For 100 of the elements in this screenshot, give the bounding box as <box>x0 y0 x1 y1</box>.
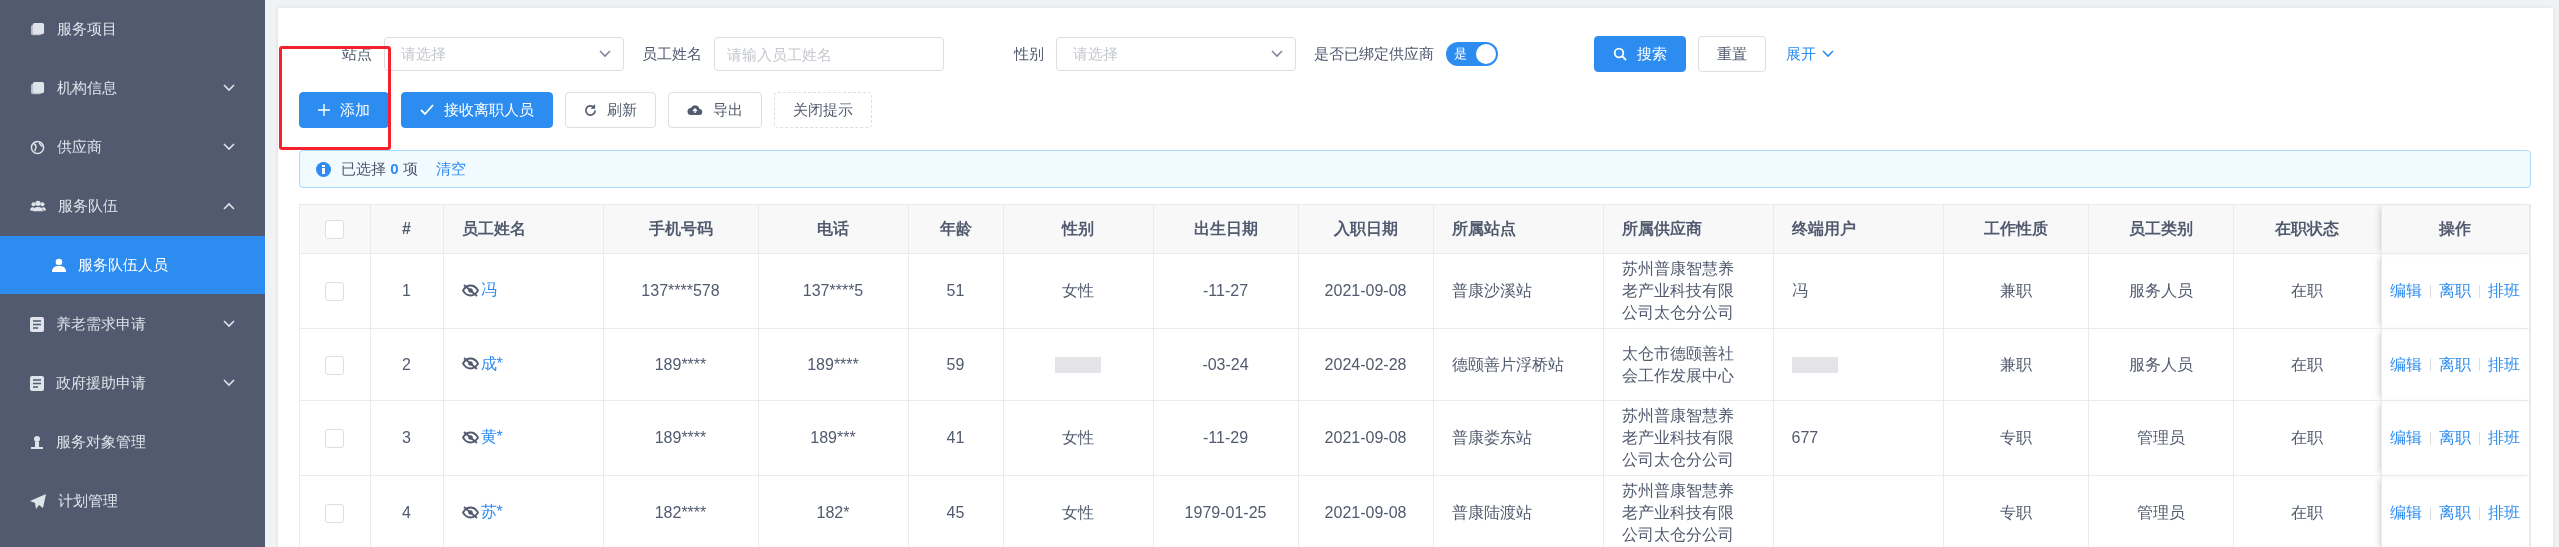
table-cell: 兼职 <box>1999 282 2032 299</box>
action-link[interactable]: 离职 <box>2439 427 2472 449</box>
toggle-switch[interactable]: 是 <box>1446 42 1498 66</box>
row-checkbox[interactable] <box>325 282 345 302</box>
table-cell: 德颐善片浮桥站 <box>1451 355 1564 373</box>
employee-name-link[interactable]: 黄* <box>461 426 503 449</box>
table-cell-text: 苏州普康智慧养老产业科技有限公司太仓分公司 <box>1621 406 1735 470</box>
select-all-checkbox[interactable] <box>325 219 345 239</box>
table-cell: 在职 <box>2291 355 2324 373</box>
table-cell: 兼职 <box>1999 355 2032 373</box>
table-cell: 女性 <box>1062 282 1094 299</box>
action-link[interactable]: 离职 <box>2439 502 2472 524</box>
table-cell: 在职 <box>2291 282 2324 299</box>
document-icon <box>30 375 44 391</box>
chevron-down-icon <box>223 379 235 387</box>
column-header: 操作 <box>2381 205 2530 254</box>
toolbar-button[interactable]: 接收离职人员 <box>401 92 553 128</box>
chevron-up-icon <box>223 202 235 210</box>
info-icon <box>316 161 331 177</box>
employee-name-link[interactable]: 冯 <box>461 279 497 302</box>
filter-label: 性别 <box>1014 44 1044 64</box>
chevron-down-icon <box>599 50 611 58</box>
table-cell: -11-27 <box>1202 282 1249 299</box>
refresh-icon <box>584 103 597 117</box>
person-icon <box>30 434 44 450</box>
action-link[interactable]: 编辑 <box>2390 280 2423 302</box>
document-icon <box>30 316 44 332</box>
cloud-upload-icon <box>687 104 703 116</box>
column-header: 在职状态 <box>2233 205 2382 254</box>
column-header: 性别 <box>1003 205 1153 254</box>
sidebar-item[interactable]: 养老需求申请 <box>0 295 265 353</box>
sidebar-item[interactable]: 政府援助申请 <box>0 354 265 412</box>
table-cell: 1979-01-25 <box>1184 504 1267 521</box>
user-icon <box>52 258 66 272</box>
table-cell: 4 <box>402 504 411 521</box>
table-cell: 182* <box>816 504 850 521</box>
sidebar-item[interactable]: 机构信息 <box>0 59 265 117</box>
globe-icon <box>30 139 45 155</box>
sidebar-item[interactable]: 服务队伍 <box>0 177 265 235</box>
table-cell: 51 <box>946 282 965 299</box>
table-cell: 2021-09-08 <box>1324 282 1407 299</box>
eye-slash-icon <box>461 430 479 444</box>
action-link[interactable]: 排班 <box>2488 502 2521 524</box>
row-checkbox[interactable] <box>325 355 345 375</box>
column-header: 入职日期 <box>1298 205 1433 254</box>
employee-name-link[interactable]: 苏* <box>461 501 503 524</box>
row-checkbox[interactable] <box>325 429 345 449</box>
action-link[interactable]: 排班 <box>2488 280 2521 302</box>
table-cell: 管理员 <box>2136 429 2185 446</box>
toolbar-button[interactable]: 添加 <box>299 92 389 128</box>
column-header: 手机号码 <box>603 205 758 254</box>
action-link[interactable]: 编辑 <box>2390 353 2423 376</box>
column-header: 工作性质 <box>1943 205 2088 254</box>
sidebar-subitem[interactable]: 服务队伍人员 <box>0 236 265 294</box>
toolbar-button[interactable]: 关闭提示 <box>774 92 872 128</box>
eye-slash-icon <box>461 283 479 297</box>
action-link[interactable]: 排班 <box>2488 353 2521 376</box>
toolbar-button[interactable]: 导出 <box>668 92 762 128</box>
toolbar-button[interactable]: 刷新 <box>565 92 656 128</box>
chevron-down-icon <box>223 143 235 151</box>
paper-plane-icon <box>30 493 46 509</box>
table-cell: 137****578 <box>641 282 720 299</box>
folder-icon <box>30 80 45 96</box>
reset-button[interactable]: 重置 <box>1698 36 1766 72</box>
check-icon <box>420 104 434 116</box>
plus-icon <box>318 104 330 116</box>
row-checkbox[interactable] <box>325 504 345 524</box>
table-cell-text: 太仓市德颐善社会工作发展中心 <box>1621 343 1735 386</box>
chevron-down-icon <box>1271 50 1283 58</box>
action-link[interactable]: 排班 <box>2488 427 2521 449</box>
column-header: 所属供应商 <box>1603 205 1773 254</box>
table-cell: 管理员 <box>2136 504 2185 521</box>
column-header: 员工姓名 <box>443 205 603 254</box>
chevron-down-icon <box>1822 50 1834 58</box>
table-cell: 3 <box>402 429 411 446</box>
table-cell-text: 苏州普康智慧养老产业科技有限公司太仓分公司 <box>1621 481 1735 545</box>
table-cell: 2024-02-28 <box>1324 355 1407 373</box>
search-button[interactable]: 搜索 <box>1594 36 1686 72</box>
column-header: 年龄 <box>908 205 1003 254</box>
table-cell: 女性 <box>1062 429 1094 446</box>
action-link[interactable]: 编辑 <box>2390 502 2423 524</box>
sidebar-item[interactable]: 供应商 <box>0 118 265 176</box>
table-cell: 189**** <box>654 429 707 446</box>
chevron-down-icon <box>223 84 235 92</box>
column-header: 出生日期 <box>1153 205 1298 254</box>
employee-name-link[interactable]: 成* <box>461 352 503 375</box>
clear-link[interactable]: 清空 <box>435 159 466 179</box>
action-link[interactable]: 离职 <box>2439 280 2472 302</box>
table-cell: 服务人员 <box>2128 282 2193 299</box>
table-cell: 在职 <box>2291 429 2324 446</box>
search-icon <box>1613 47 1627 61</box>
filter-label: 员工姓名 <box>642 44 702 64</box>
action-link[interactable]: 编辑 <box>2390 427 2423 449</box>
expand-link[interactable]: 展开 <box>1778 36 1842 72</box>
sidebar-item[interactable]: 计划管理 <box>0 472 265 530</box>
table-cell: 137****5 <box>802 282 864 299</box>
action-link[interactable]: 离职 <box>2439 353 2472 376</box>
table-cell: 女性 <box>1062 504 1094 521</box>
sidebar-item[interactable]: 服务项目 <box>0 0 265 58</box>
sidebar-item[interactable]: 服务对象管理 <box>0 413 265 471</box>
